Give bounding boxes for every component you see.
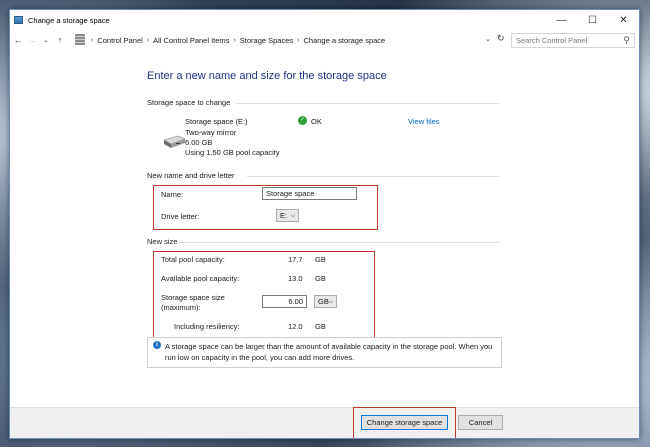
available-capacity-unit: GB — [315, 274, 326, 283]
name-label: Name: — [161, 190, 184, 199]
section-divider — [236, 103, 499, 104]
back-arrow-icon[interactable]: ← — [12, 35, 24, 45]
breadcrumb-item-control-panel[interactable]: Control Panel — [97, 36, 142, 45]
section-label-new-size: New size — [147, 237, 178, 246]
storage-spaces-app-icon — [14, 16, 23, 24]
breadcrumb: › Control Panel › All Control Panel Item… — [73, 33, 509, 47]
page-title: Enter a new name and size for the storag… — [147, 70, 387, 82]
section-label-name-drive: New name and drive letter — [147, 171, 235, 180]
size-input[interactable]: 6.00 — [262, 295, 307, 308]
drive-letter-label: Drive letter: — [161, 212, 200, 221]
minimize-button[interactable]: — — [546, 10, 577, 30]
size-label-line2: (maximum): — [161, 303, 201, 312]
available-capacity-value: 13.0 — [288, 274, 303, 283]
status-ok: OK — [311, 117, 322, 126]
size-unit-value: GB — [318, 297, 329, 306]
footer-bar: Change storage space Cancel — [10, 407, 639, 438]
window-controls: — ☐ ✕ — [546, 10, 639, 30]
storage-space-size: 6.00 GB — [185, 138, 213, 147]
section-label-storage-space: Storage space to change — [147, 98, 231, 107]
change-storage-space-button[interactable]: Change storage space — [361, 415, 448, 430]
view-files-link[interactable]: View files — [408, 117, 440, 126]
storage-space-name: Storage space (E:) — [185, 117, 248, 126]
total-capacity-label: Total pool capacity: — [161, 255, 225, 264]
address-bar: ← → ⌄ ↑ › Control Panel › All Control Pa… — [10, 30, 639, 50]
breadcrumb-separator-icon: › — [233, 36, 236, 44]
forward-arrow-icon[interactable]: → — [26, 35, 38, 45]
address-dropdown-icon[interactable]: ⌄ — [485, 35, 491, 43]
storage-space-usage: Using 1.50 GB pool capacity — [185, 148, 280, 157]
storage-space-resiliency: Two-way mirror — [185, 128, 237, 137]
maximize-button[interactable]: ☐ — [577, 10, 608, 30]
window: Change a storage space — ☐ ✕ ← → ⌄ ↑ › C… — [9, 9, 640, 439]
storage-space-drive-icon — [163, 135, 186, 148]
drive-letter-value: E: — [280, 211, 288, 220]
info-box: i A storage space can be larger than the… — [147, 337, 502, 368]
breadcrumb-item-all-items[interactable]: All Control Panel Items — [153, 36, 229, 45]
resiliency-unit: GB — [315, 322, 326, 331]
ok-check-icon: ✓ — [298, 116, 307, 125]
chevron-down-icon: ⌵ — [290, 213, 295, 219]
resiliency-value: 12.0 — [288, 322, 303, 331]
drive-letter-select[interactable]: E: ⌵ — [276, 209, 299, 222]
breadcrumb-item-storage-spaces[interactable]: Storage Spaces — [240, 36, 293, 45]
size-unit-select[interactable]: GB ⌵ — [314, 295, 337, 308]
main-content: Enter a new name and size for the storag… — [10, 50, 639, 407]
section-divider — [179, 242, 499, 243]
info-icon: i — [153, 341, 161, 349]
total-capacity-unit: GB — [315, 255, 326, 264]
total-capacity-value: 17.7 — [288, 255, 303, 264]
breadcrumb-item-current[interactable]: Change a storage space — [304, 36, 386, 45]
section-divider — [247, 176, 499, 177]
size-label-line1: Storage space size — [161, 293, 225, 302]
resiliency-label: Including resiliency: — [174, 322, 240, 331]
recent-dropdown-icon[interactable]: ⌄ — [40, 37, 52, 44]
close-button[interactable]: ✕ — [608, 10, 639, 30]
breadcrumb-separator-icon: › — [146, 36, 150, 44]
window-title: Change a storage space — [28, 15, 110, 25]
search-icon[interactable]: ⚲ — [623, 35, 630, 46]
up-arrow-icon[interactable]: ↑ — [54, 35, 66, 45]
chevron-down-icon: ⌵ — [328, 299, 333, 305]
search-input[interactable]: Search Control Panel ⚲ — [511, 33, 635, 48]
cancel-button[interactable]: Cancel — [458, 415, 503, 430]
breadcrumb-separator-icon: › — [297, 36, 300, 44]
available-capacity-label: Available pool capacity: — [161, 274, 240, 283]
name-field[interactable]: Storage space — [262, 187, 357, 200]
search-placeholder: Search Control Panel — [516, 36, 588, 45]
breadcrumb-separator-icon: › — [91, 36, 94, 44]
info-text: A storage space can be larger than the a… — [165, 342, 493, 362]
title-bar: Change a storage space — ☐ ✕ — [10, 10, 639, 30]
refresh-icon[interactable]: ↻ — [497, 33, 505, 44]
